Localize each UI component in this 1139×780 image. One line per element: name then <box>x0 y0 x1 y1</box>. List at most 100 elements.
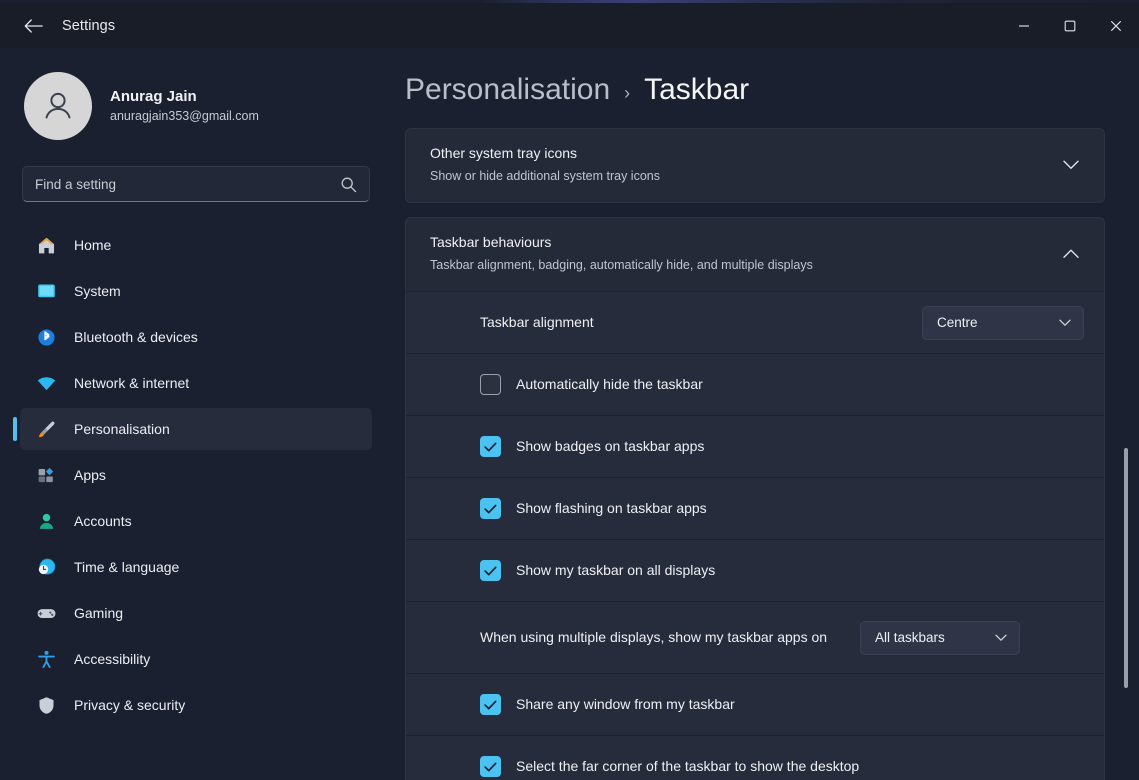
close-icon <box>1110 20 1122 31</box>
sidebar-item-label: Privacy & security <box>74 697 186 713</box>
maximize-icon <box>1064 20 1076 31</box>
sidebar: Anurag Jain anuragjain353@gmail.com Find… <box>0 48 390 780</box>
taskbar-alignment-dropdown[interactable]: Centre <box>922 305 1084 340</box>
sidebar-item-label: Personalisation <box>74 421 170 437</box>
maximize-button[interactable] <box>1047 3 1093 48</box>
sidebar-item-network-internet[interactable]: Network & internet <box>20 362 372 404</box>
gamepad-icon <box>34 601 58 625</box>
page-title: Taskbar <box>644 73 750 106</box>
breadcrumb: Personalisation › Taskbar <box>390 48 1139 118</box>
sidebar-item-time-language[interactable]: Time & language <box>20 546 372 588</box>
card-subtitle: Taskbar alignment, badging, automaticall… <box>430 258 813 272</box>
sidebar-item-gaming[interactable]: Gaming <box>20 592 372 634</box>
minimize-button[interactable] <box>1001 3 1047 48</box>
checkbox-label: Select the far corner of the taskbar to … <box>516 758 860 774</box>
person-avatar-icon <box>45 92 71 119</box>
checkbox-checked-icon[interactable] <box>480 436 501 457</box>
row-label: When using multiple displays, show my ta… <box>480 629 828 645</box>
card-taskbar-behaviours: Taskbar behaviours Taskbar alignment, ba… <box>405 217 1105 780</box>
sidebar-item-bluetooth-devices[interactable]: Bluetooth & devices <box>20 316 372 358</box>
checkbox-label: Automatically hide the taskbar <box>516 376 703 392</box>
sidebar-item-label: Time & language <box>74 559 180 575</box>
network-icon <box>34 371 58 395</box>
sidebar-item-privacy-security[interactable]: Privacy & security <box>20 684 372 726</box>
sidebar-item-home[interactable]: Home <box>20 224 372 266</box>
chevron-down-icon[interactable] <box>1058 160 1084 170</box>
row-show-badges-on-taskbar-apps[interactable]: Show badges on taskbar apps <box>406 415 1104 477</box>
checkbox-label: Show flashing on taskbar apps <box>516 500 707 516</box>
sidebar-item-label: Network & internet <box>74 375 190 391</box>
checkbox-label: Show badges on taskbar apps <box>516 438 705 454</box>
card-subtitle: Show or hide additional system tray icon… <box>430 169 660 183</box>
search-container <box>22 166 370 202</box>
user-profile[interactable]: Anurag Jain anuragjain353@gmail.com <box>0 48 390 140</box>
sidebar-item-accounts[interactable]: Accounts <box>20 500 372 542</box>
row-select-far-corner-show-desktop[interactable]: Select the far corner of the taskbar to … <box>406 735 1104 780</box>
checkbox-checked-icon[interactable] <box>480 694 501 715</box>
bluetooth-icon <box>34 325 58 349</box>
checkbox-checked-icon[interactable] <box>480 498 501 519</box>
row-show-taskbar-on-all-displays[interactable]: Show my taskbar on all displays <box>406 539 1104 601</box>
accessibility-icon <box>34 647 58 671</box>
card-title: Other system tray icons <box>430 145 578 161</box>
dropdown-value: All taskbars <box>875 630 945 645</box>
breadcrumb-separator-icon: › <box>624 83 631 103</box>
minimize-icon <box>1019 24 1029 27</box>
row-label: Taskbar alignment <box>480 314 594 330</box>
profile-name: Anurag Jain <box>110 87 197 105</box>
sidebar-item-label: Home <box>74 237 112 253</box>
sidebar-item-label: Accessibility <box>74 651 151 667</box>
card-other-system-tray-icons: Other system tray icons Show or hide add… <box>405 128 1105 203</box>
sidebar-item-label: Bluetooth & devices <box>74 329 198 345</box>
apps-icon <box>34 463 58 487</box>
main-content: Personalisation › Taskbar Other system t… <box>390 48 1139 780</box>
window-title: Settings <box>62 17 116 34</box>
clock-globe-icon <box>34 555 58 579</box>
scrollbar-thumb[interactable] <box>1124 448 1128 688</box>
row-share-any-window-from-taskbar[interactable]: Share any window from my taskbar <box>406 673 1104 735</box>
sidebar-item-system[interactable]: System <box>20 270 372 312</box>
home-icon <box>34 233 58 257</box>
sidebar-item-label: System <box>74 283 121 299</box>
row-multiple-displays-taskbar-apps[interactable]: When using multiple displays, show my ta… <box>406 601 1104 673</box>
close-button[interactable] <box>1093 3 1139 48</box>
system-icon <box>34 279 58 303</box>
breadcrumb-parent-link[interactable]: Personalisation <box>405 73 610 107</box>
title-bar: Settings <box>0 3 1139 48</box>
profile-email: anuragjain353@gmail.com <box>110 108 259 123</box>
multiple-displays-dropdown[interactable]: All taskbars <box>860 620 1020 655</box>
settings-window: Settings Anurag Jain anuragjain353@gmail… <box>0 0 1139 780</box>
checkbox-label: Show my taskbar on all displays <box>516 562 716 578</box>
accounts-icon <box>34 509 58 533</box>
sidebar-item-accessibility[interactable]: Accessibility <box>20 638 372 680</box>
avatar <box>24 72 92 140</box>
search-box[interactable] <box>22 166 370 202</box>
sidebar-nav: Home System Bluetooth & devices Network … <box>0 224 390 726</box>
shield-icon <box>34 693 58 717</box>
chevron-up-icon[interactable] <box>1058 249 1084 259</box>
card-header[interactable]: Taskbar behaviours Taskbar alignment, ba… <box>406 218 1104 291</box>
card-header[interactable]: Other system tray icons Show or hide add… <box>406 129 1104 202</box>
sidebar-item-personalisation[interactable]: Personalisation <box>13 408 372 450</box>
row-show-flashing-on-taskbar-apps[interactable]: Show flashing on taskbar apps <box>406 477 1104 539</box>
search-icon[interactable] <box>340 176 357 193</box>
checkbox-checked-icon[interactable] <box>480 756 501 777</box>
checkbox-label: Share any window from my taskbar <box>516 696 735 712</box>
content-scrollbar[interactable] <box>1119 176 1133 780</box>
sidebar-item-label: Gaming <box>74 605 124 621</box>
dropdown-value: Centre <box>937 315 978 330</box>
card-title: Taskbar behaviours <box>430 234 552 250</box>
checkbox-checked-icon[interactable] <box>480 560 501 581</box>
sidebar-item-label: Apps <box>74 467 106 483</box>
back-arrow-icon <box>24 18 43 33</box>
row-taskbar-alignment[interactable]: Taskbar alignment Centre <box>406 291 1104 353</box>
back-button[interactable] <box>12 10 54 42</box>
chevron-down-icon <box>1059 314 1071 332</box>
search-input[interactable] <box>35 176 340 192</box>
sidebar-item-apps[interactable]: Apps <box>20 454 372 496</box>
paintbrush-icon <box>34 417 58 441</box>
chevron-down-icon <box>995 629 1007 647</box>
checkbox-unchecked-icon[interactable] <box>480 374 501 395</box>
settings-cards: Other system tray icons Show or hide add… <box>390 128 1139 780</box>
row-automatically-hide-taskbar[interactable]: Automatically hide the taskbar <box>406 353 1104 415</box>
